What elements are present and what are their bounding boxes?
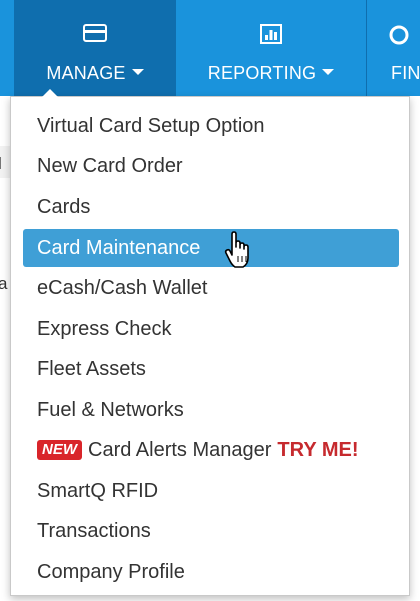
menu-item-label: Virtual Card Setup Option [37, 115, 265, 137]
menu-item-label: Cards [37, 196, 91, 218]
nav-tab-finance[interactable]: FIN [366, 0, 420, 96]
menu-item-label: Fuel & Networks [37, 399, 184, 421]
menu-item-label: New Card Order [37, 155, 183, 177]
page-fragment-text: a [0, 274, 8, 293]
menu-item-card-alerts-manager[interactable]: NEW Card Alerts Manager TRY ME! [23, 431, 399, 469]
caret-down-icon [131, 69, 144, 76]
menu-item-fuel-networks[interactable]: Fuel & Networks [23, 391, 399, 429]
menu-item-label: Express Check [37, 318, 172, 340]
nav-tab-manage-label: MANAGE [14, 63, 176, 84]
page-fragment-text: l [0, 154, 2, 174]
menu-item-label: Card Alerts Manager [88, 439, 272, 461]
menu-item-label: Transactions [37, 520, 151, 542]
menu-item-label: Fleet Assets [37, 358, 146, 380]
menu-item-label: Company Profile [37, 561, 185, 583]
menu-item-smartq-rfid[interactable]: SmartQ RFID [23, 472, 399, 510]
nav-tab-manage[interactable]: MANAGE [14, 0, 176, 96]
nav-tab-reporting[interactable]: REPORTING [177, 0, 365, 96]
menu-item-ecash-wallet[interactable]: eCash/Cash Wallet [23, 269, 399, 307]
menu-item-company-profile[interactable]: Company Profile [23, 553, 399, 591]
menu-item-fleet-assets[interactable]: Fleet Assets [23, 350, 399, 388]
new-badge: NEW [37, 440, 82, 460]
menu-item-label: eCash/Cash Wallet [37, 277, 208, 299]
menu-item-new-card-order[interactable]: New Card Order [23, 147, 399, 185]
menu-item-virtual-card-setup[interactable]: Virtual Card Setup Option [23, 107, 399, 145]
top-navbar: MANAGE REPORTING FIN [0, 0, 420, 96]
nav-tab-reporting-label: REPORTING [177, 63, 365, 84]
credit-card-icon [83, 24, 107, 47]
gear-icon [387, 24, 411, 51]
menu-item-cards[interactable]: Cards [23, 188, 399, 226]
app-stage: l a MANAGE REPORTING [0, 0, 420, 601]
menu-item-express-check[interactable]: Express Check [23, 310, 399, 348]
menu-item-label: Card Maintenance [37, 237, 201, 259]
bar-chart-icon [260, 24, 282, 49]
dropdown-pointer [42, 89, 58, 97]
caret-down-icon [322, 69, 335, 76]
menu-item-transactions[interactable]: Transactions [23, 512, 399, 550]
nav-tab-finance-label: FIN [391, 63, 420, 83]
try-me-label: TRY ME! [277, 439, 359, 461]
menu-item-label: SmartQ RFID [37, 480, 159, 502]
hand-pointer-cursor-icon [223, 231, 253, 274]
menu-item-card-maintenance[interactable]: Card Maintenance [23, 229, 399, 267]
manage-dropdown-menu: Virtual Card Setup Option New Card Order… [10, 89, 410, 596]
